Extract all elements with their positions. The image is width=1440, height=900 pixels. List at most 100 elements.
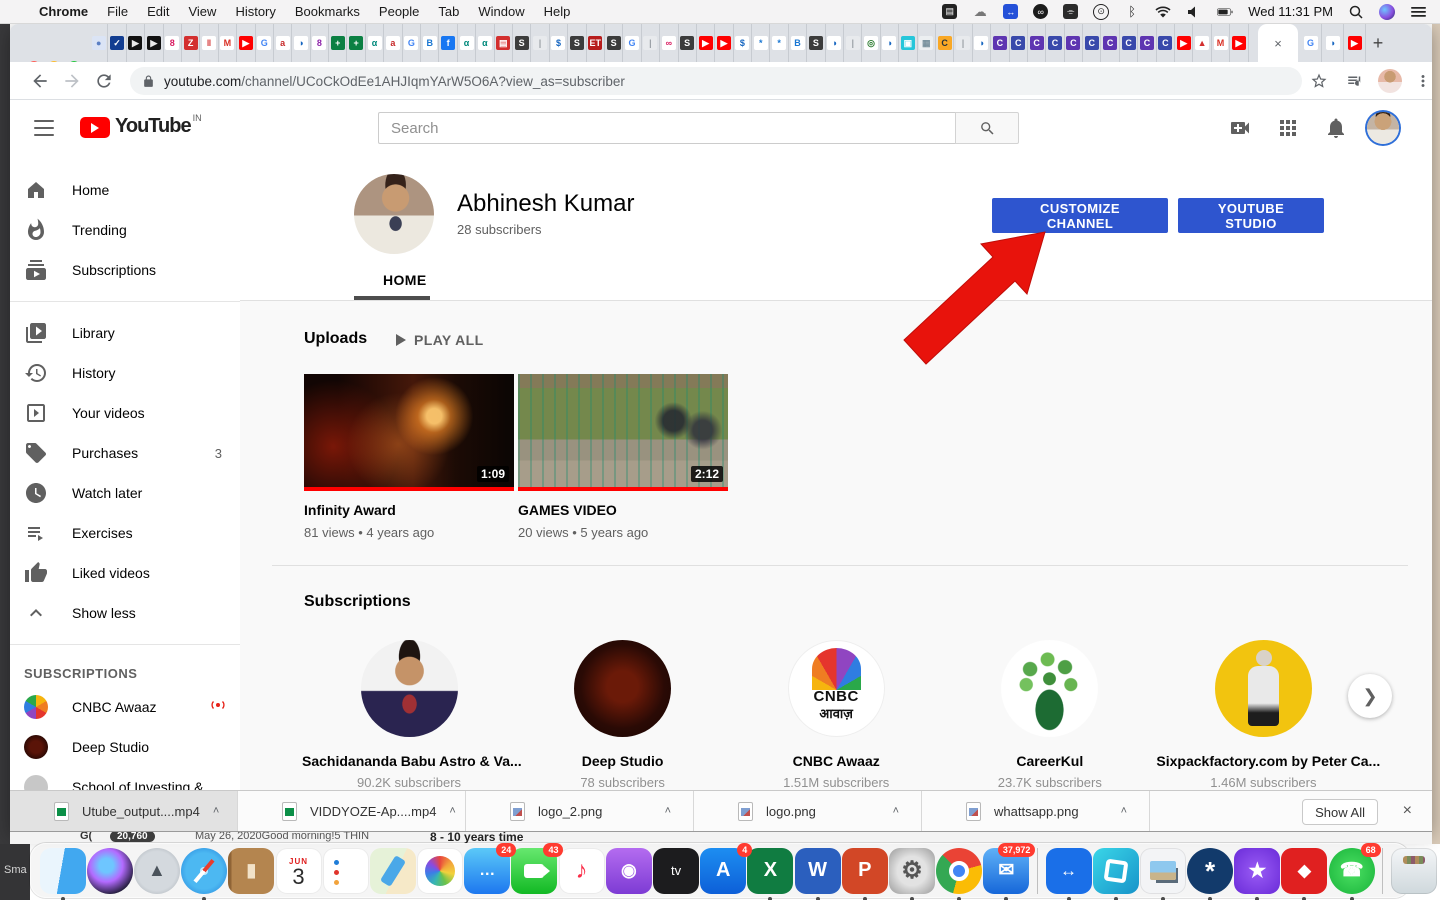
dock-calendar-icon[interactable]: JUN 3 <box>275 847 322 894</box>
search-button[interactable] <box>955 112 1019 144</box>
browser-tab[interactable]: C <box>1010 24 1028 62</box>
browser-tab[interactable]: ‖ <box>200 24 219 62</box>
dock-sysprefs-icon[interactable]: ⚙ <box>888 847 935 900</box>
youtube-logo[interactable]: YouTube IN <box>80 113 202 138</box>
download-chevron-icon[interactable]: ˄ <box>213 805 219 817</box>
dock-excel-icon[interactable]: X <box>747 847 794 900</box>
download-chevron-icon[interactable]: ˄ <box>1121 805 1127 817</box>
menu-item-edit[interactable]: Edit <box>147 4 169 19</box>
new-tab-button[interactable]: + <box>1366 31 1390 55</box>
menu-bar-clock[interactable]: Wed 11:31 PM <box>1248 4 1333 19</box>
download-item[interactable]: VIDDYOZE-Ap....mp4 ˄ <box>238 791 466 831</box>
sidebar-item-exercises[interactable]: Exercises <box>10 513 240 553</box>
browser-tab[interactable]: G <box>256 24 274 62</box>
download-item[interactable]: whattsapp.png ˄ <box>922 791 1150 831</box>
browser-tab[interactable]: | <box>642 24 661 62</box>
browser-tab[interactable]: ▶ <box>237 24 256 62</box>
creative-cloud-icon[interactable]: ∞ <box>1033 4 1049 19</box>
browser-tab[interactable]: a <box>274 24 293 62</box>
browser-tab[interactable]: f <box>439 24 458 62</box>
dock-teamviewer-icon[interactable]: ↔ <box>1045 847 1092 900</box>
browser-tab[interactable]: C <box>991 24 1010 62</box>
browser-tab[interactable]: S <box>513 24 532 62</box>
browser-tab[interactable]: S <box>807 24 826 62</box>
dock-trash-icon[interactable] <box>1390 847 1437 894</box>
browser-tab[interactable]: ▶ <box>145 24 164 62</box>
video-card[interactable]: 1:09 Infinity Award 81 views • 4 years ago <box>304 374 514 540</box>
account-avatar[interactable] <box>1367 112 1399 144</box>
browser-tab[interactable]: $ <box>550 24 569 62</box>
create-video-icon[interactable] <box>1228 116 1252 140</box>
sidebar-item-home[interactable]: Home <box>10 170 240 210</box>
volume-icon[interactable] <box>1186 4 1202 20</box>
download-item[interactable]: logo_2.png ˄ <box>466 791 694 831</box>
channel-avatar[interactable] <box>354 174 434 254</box>
browser-tab[interactable]: ▶ <box>1230 24 1249 62</box>
subscription-channel-card[interactable]: Sixpackfactory.com by Peter Ca... 1.46M s… <box>1156 640 1380 790</box>
dock-maps-icon[interactable] <box>369 847 416 894</box>
subscription-channel-card[interactable]: Deep Studio 78 subscribers <box>516 640 730 790</box>
dock-safari-icon[interactable] <box>181 847 228 900</box>
sidebar-item-history[interactable]: History <box>10 353 240 393</box>
dock-finder-icon[interactable] <box>39 847 86 900</box>
browser-tab[interactable]: * <box>752 24 771 62</box>
browser-tab[interactable]: 8 <box>311 24 330 62</box>
channel-name[interactable]: CNBC Awaaz <box>729 753 943 769</box>
browser-tab[interactable]: C <box>1120 24 1139 62</box>
browser-tab[interactable]: ▶ <box>127 24 146 62</box>
tab-close-icon[interactable]: × <box>1274 36 1282 51</box>
menu-app-name[interactable]: Chrome <box>39 4 88 19</box>
video-thumbnail[interactable]: 1:09 <box>304 374 514 491</box>
dock-launchpad-icon[interactable]: ▲ <box>133 847 180 894</box>
dock-siri-icon[interactable] <box>86 847 133 894</box>
browser-tab[interactable]: G <box>623 24 642 62</box>
hamburger-menu-icon[interactable] <box>34 120 54 136</box>
notes-icon[interactable]: ▤ <box>942 4 958 19</box>
browser-tab[interactable]: C <box>1028 24 1047 62</box>
browser-tab[interactable]: ◎ <box>862 24 881 62</box>
dock-contacts-icon[interactable]: ▮ <box>228 847 275 894</box>
youtube-studio-button[interactable]: YOUTUBE STUDIO <box>1178 198 1324 233</box>
video-title[interactable]: Infinity Award <box>304 502 514 518</box>
channel-avatar[interactable] <box>574 640 672 737</box>
reload-button[interactable] <box>94 71 114 91</box>
notifications-bell-icon[interactable] <box>1324 116 1348 140</box>
browser-tab[interactable]: ET <box>587 24 605 62</box>
browser-tab[interactable]: ▦ <box>918 24 936 62</box>
browser-tab[interactable]: M <box>1212 24 1231 62</box>
browser-tab[interactable]: | <box>531 24 550 62</box>
download-item[interactable]: logo.png ˄ <box>694 791 922 831</box>
browser-tab[interactable]: G <box>1300 24 1322 62</box>
browser-tab[interactable]: Z <box>182 24 201 62</box>
browser-tab[interactable]: B <box>789 24 808 62</box>
browser-tab[interactable]: ∞ <box>660 24 679 62</box>
menu-item-bookmarks[interactable]: Bookmarks <box>295 4 360 19</box>
cloud-sync-icon[interactable]: ☁ <box>972 4 988 20</box>
browser-tab[interactable]: 8 <box>164 24 182 62</box>
browser-tab[interactable]: C <box>936 24 955 62</box>
dock-frames-icon[interactable] <box>1092 847 1139 900</box>
menu-item-history[interactable]: History <box>235 4 275 19</box>
menu-item-tab[interactable]: Tab <box>438 4 459 19</box>
browser-tab[interactable]: α <box>476 24 495 62</box>
browser-tab[interactable]: C <box>1083 24 1102 62</box>
browser-tab[interactable]: ◑ <box>292 24 311 62</box>
customize-channel-button[interactable]: CUSTOMIZE CHANNEL <box>992 198 1168 233</box>
menu-item-file[interactable]: File <box>107 4 128 19</box>
dock-word-icon[interactable]: W <box>794 847 841 900</box>
tab-home[interactable]: HOME <box>383 272 427 288</box>
browser-tab[interactable]: ▶ <box>715 24 734 62</box>
subscription-channel-card[interactable]: CareerKul 23.7K subscribers <box>943 640 1157 790</box>
accessibility-icon[interactable]: ⊙ <box>1093 3 1110 20</box>
sidebar-item-subscriptions[interactable]: Subscriptions <box>10 250 240 290</box>
browser-tab[interactable]: a <box>384 24 403 62</box>
subscription-channel-card[interactable]: Sachidananda Babu Astro & Va... 90.2K sub… <box>302 640 522 790</box>
browser-tab[interactable]: C <box>1101 24 1120 62</box>
sidebar-item-your-videos[interactable]: Your videos <box>10 393 240 433</box>
sidecar-icon[interactable]: ⌯ <box>1063 4 1079 19</box>
sidebar-item-purchases[interactable]: Purchases 3 <box>10 433 240 473</box>
dock-reminders-icon[interactable] <box>322 847 369 894</box>
channel-name[interactable]: Sachidananda Babu Astro & Va... <box>302 753 522 769</box>
browser-tab[interactable]: ▶ <box>1344 24 1366 62</box>
dock-clover-icon[interactable]: * <box>1187 847 1234 900</box>
